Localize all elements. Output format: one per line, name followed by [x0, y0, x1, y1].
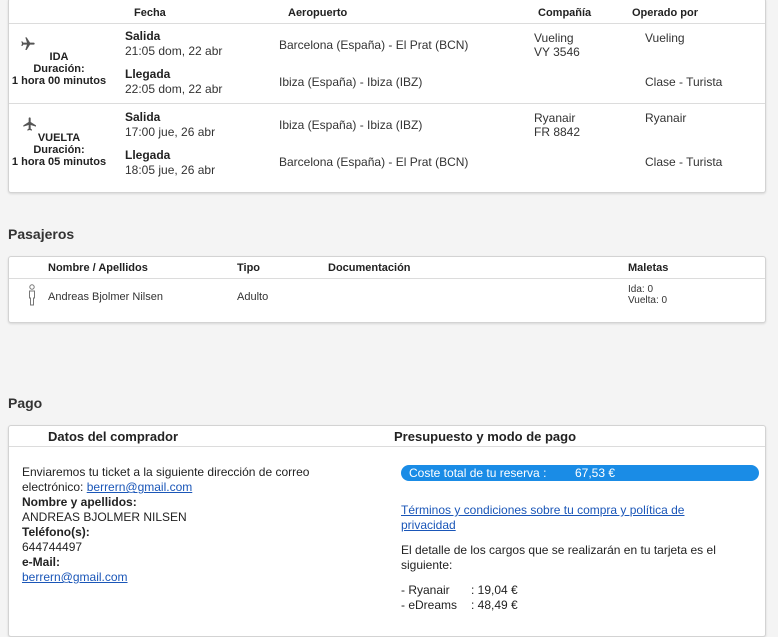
return-departure-time: 17:00 jue, 26 abr [125, 125, 216, 139]
outbound-label: IDA [49, 51, 69, 63]
header-bags: Maletas [628, 262, 669, 274]
phone-label: Teléfono(s): [22, 525, 90, 539]
outbound-departure-time: 21:05 dom, 22 abr [125, 44, 223, 58]
passengers-card: Nombre / Apellidos Tipo Documentación Ma… [8, 256, 766, 323]
return-arrival-label: Llegada [125, 148, 171, 162]
person-icon [29, 284, 35, 306]
buyer-email-link[interactable]: berrern@gmail.com [87, 480, 193, 494]
plane-icon [21, 37, 35, 50]
bags-return: Vuelta: 0 [628, 295, 668, 306]
return-origin: Ibiza (España) - Ibiza (IBZ) [279, 118, 423, 132]
email-label: e-Mail: [22, 555, 61, 569]
outbound-duration: 1 hora 00 minutos [11, 75, 107, 87]
passenger-type: Adulto [237, 291, 269, 303]
header-documentation: Documentación [328, 262, 411, 274]
charge-merchant: - eDreams [401, 598, 458, 612]
header-date: Fecha [134, 7, 166, 19]
total-cost-value: 67,53 € [575, 466, 616, 480]
total-cost-bar: Coste total de tu reserva : 67,53 € [401, 465, 759, 481]
budget-header: Presupuesto y modo de pago [394, 429, 577, 444]
bags-outbound: Ida: 0 [628, 284, 654, 295]
return-duration: 1 hora 05 minutos [11, 156, 107, 168]
passenger-name: Andreas Bjolmer Nilsen [48, 291, 163, 303]
return-duration-label: Duración: [33, 144, 85, 156]
outbound-operator: Vueling [645, 31, 685, 45]
outbound-flight-number: VY 3546 [534, 45, 580, 59]
name-value: ANDREAS BJOLMER NILSEN [22, 510, 187, 524]
return-class: Clase - Turista [645, 155, 723, 169]
return-label: VUELTA [37, 132, 81, 144]
outbound-duration-label: Duración: [33, 63, 85, 75]
outbound-departure-label: Salida [125, 29, 161, 43]
charges-list: - Ryanair : 19,04 € - eDreams : 48,49 € [401, 583, 518, 613]
return-destination: Barcelona (España) - El Prat (BCN) [279, 155, 469, 169]
header-airport: Aeropuerto [288, 7, 348, 19]
passengers-title: Pasajeros [8, 226, 75, 242]
buyer-header: Datos del comprador [48, 429, 179, 444]
plane-icon [23, 117, 36, 131]
return-airline: Ryanair [534, 111, 576, 125]
header-operated-by: Operado por [632, 7, 699, 19]
buyer-details: Enviaremos tu ticket a la siguiente dire… [22, 465, 352, 585]
return-flight-number: FR 8842 [534, 125, 581, 139]
flights-card: Fecha Aeropuerto Compañía Operado por ID… [8, 0, 766, 193]
return-departure-label: Salida [125, 110, 161, 124]
phone-value: 644744497 [22, 540, 83, 554]
header-company: Compañía [538, 7, 592, 19]
payment-header-divider [9, 446, 765, 447]
charge-merchant: - Ryanair [401, 583, 450, 597]
list-item: - Ryanair : 19,04 € [401, 583, 518, 598]
header-divider [9, 23, 765, 24]
outbound-arrival-label: Llegada [125, 67, 171, 81]
outbound-class: Clase - Turista [645, 75, 723, 89]
list-item: - eDreams : 48,49 € [401, 598, 518, 613]
outbound-airline: Vueling [534, 31, 574, 45]
return-operator: Ryanair [645, 111, 687, 125]
charge-amount: : 48,49 € [471, 598, 518, 612]
charges-intro: El detalle de los cargos que se realizar… [401, 543, 716, 572]
header-name: Nombre / Apellidos [48, 262, 148, 274]
total-cost-label: Coste total de tu reserva : [409, 466, 547, 480]
outbound-origin: Barcelona (España) - El Prat (BCN) [279, 38, 469, 52]
outbound-destination: Ibiza (España) - Ibiza (IBZ) [279, 75, 423, 89]
return-arrival-time: 18:05 jue, 26 abr [125, 163, 216, 177]
header-type: Tipo [237, 262, 261, 274]
terms-link[interactable]: Términos y condiciones sobre tu compra y… [401, 503, 684, 532]
payment-card: Datos del comprador Presupuesto y modo d… [8, 425, 766, 637]
name-label: Nombre y apellidos: [22, 495, 137, 509]
email-value-link[interactable]: berrern@gmail.com [22, 570, 128, 584]
payment-title: Pago [8, 395, 43, 411]
passengers-header-divider [9, 278, 765, 279]
outbound-arrival-time: 22:05 dom, 22 abr [125, 82, 223, 96]
flight-divider [9, 103, 765, 104]
charge-amount: : 19,04 € [471, 583, 518, 597]
